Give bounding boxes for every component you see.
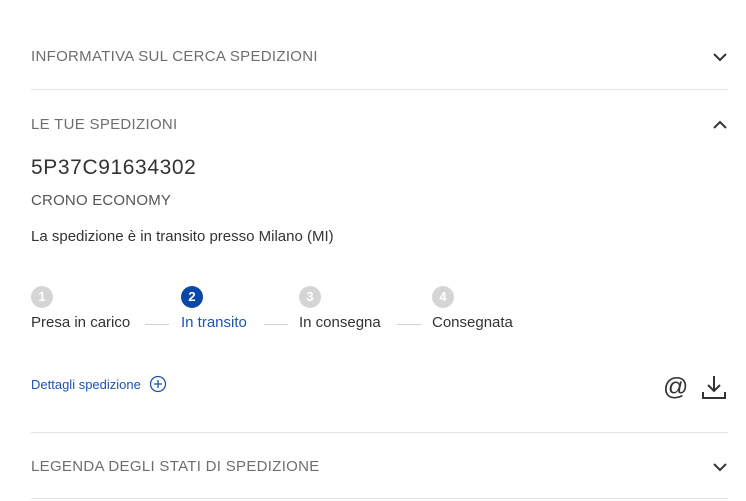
dettagli-spedizione-label: Dettagli spedizione bbox=[31, 376, 141, 392]
step-label: Consegnata bbox=[432, 314, 513, 331]
email-icon[interactable]: @ bbox=[663, 372, 688, 402]
divider bbox=[31, 432, 728, 433]
step-connector bbox=[397, 324, 421, 325]
dettagli-spedizione-link[interactable]: Dettagli spedizione bbox=[31, 375, 167, 393]
step-number: 4 bbox=[432, 286, 454, 308]
section-legenda-header[interactable]: LEGENDA DEGLI STATI DI SPEDIZIONE bbox=[31, 458, 728, 475]
step-number: 1 bbox=[31, 286, 53, 308]
chevron-down-icon[interactable] bbox=[712, 459, 728, 475]
plus-circle-icon bbox=[149, 375, 167, 393]
step-in-transito: 2 In transito bbox=[181, 286, 247, 331]
section-informativa-title: INFORMATIVA SUL CERCA SPEDIZIONI bbox=[31, 48, 318, 65]
section-spedizioni-header[interactable]: LE TUE SPEDIZIONI bbox=[31, 116, 728, 133]
step-number: 2 bbox=[181, 286, 203, 308]
step-label: In transito bbox=[181, 314, 247, 331]
shipment-service: CRONO ECONOMY bbox=[31, 192, 172, 209]
divider bbox=[31, 498, 728, 499]
step-label: In consegna bbox=[299, 314, 381, 331]
step-presa-in-carico: 1 Presa in carico bbox=[31, 286, 130, 331]
download-icon[interactable] bbox=[701, 374, 727, 400]
step-number: 3 bbox=[299, 286, 321, 308]
step-consegnata: 4 Consegnata bbox=[432, 286, 513, 331]
section-informativa-header[interactable]: INFORMATIVA SUL CERCA SPEDIZIONI bbox=[31, 48, 728, 65]
shipment-progress-steps: 1 Presa in carico 2 In transito 3 In con… bbox=[31, 286, 551, 336]
chevron-down-icon[interactable] bbox=[712, 49, 728, 65]
section-legenda-title: LEGENDA DEGLI STATI DI SPEDIZIONE bbox=[31, 458, 320, 475]
divider bbox=[31, 89, 728, 90]
shipment-status-text: La spedizione è in transito presso Milan… bbox=[31, 228, 334, 245]
chevron-up-icon[interactable] bbox=[712, 117, 728, 133]
section-spedizioni-title: LE TUE SPEDIZIONI bbox=[31, 116, 178, 133]
step-connector bbox=[145, 324, 169, 325]
step-label: Presa in carico bbox=[31, 314, 131, 331]
step-connector bbox=[264, 324, 288, 325]
step-in-consegna: 3 In consegna bbox=[299, 286, 381, 331]
shipment-code: 5P37C91634302 bbox=[31, 156, 197, 179]
